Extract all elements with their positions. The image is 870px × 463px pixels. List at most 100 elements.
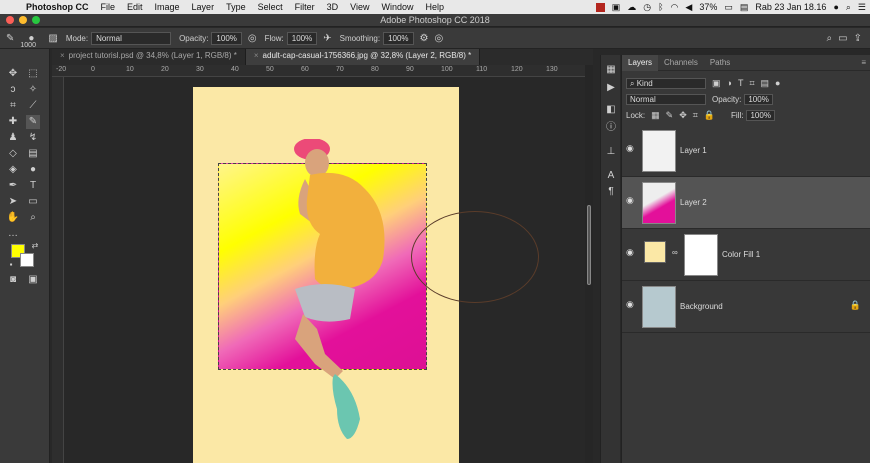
opacity-field[interactable]: 100% — [211, 31, 242, 45]
menu-help[interactable]: Help — [419, 2, 450, 12]
bluetooth-icon[interactable]: ᛒ — [658, 2, 663, 12]
type-tool-icon[interactable]: T — [26, 179, 40, 193]
menu-image[interactable]: Image — [149, 2, 186, 12]
hand-tool-icon[interactable]: ✋ — [6, 211, 20, 225]
panel-menu-icon[interactable]: ≡ — [861, 58, 866, 67]
notification-center-icon[interactable]: ☰ — [858, 2, 866, 13]
lock-all-icon[interactable]: 🔒 — [704, 110, 715, 121]
spotlight-icon[interactable]: ⌕ — [846, 2, 851, 13]
mode-select[interactable]: Normal — [91, 31, 172, 45]
canvas-vertical-scrollbar[interactable] — [585, 65, 593, 463]
paragraph-panel-icon[interactable]: ¶ — [604, 185, 618, 199]
link-chain-icon[interactable]: ∞ — [672, 248, 678, 257]
brush-tool-icon[interactable]: ✎ — [6, 33, 14, 44]
rectangle-tool-icon[interactable]: ▭ — [26, 195, 40, 209]
lock-artboard-icon[interactable]: ⌗ — [693, 110, 698, 121]
app-name[interactable]: Photoshop CC — [20, 2, 95, 12]
visibility-eye-icon[interactable]: ◉ — [626, 299, 634, 310]
zoom-tool-icon[interactable]: ⌕ — [26, 211, 40, 225]
history-panel-icon[interactable]: ▦ — [604, 63, 618, 77]
actions-panel-icon[interactable]: ▶ — [604, 81, 618, 95]
brush-tool-icon[interactable]: ✎ — [26, 115, 40, 129]
tab-channels[interactable]: Channels — [658, 55, 704, 71]
layer-row-layer-2[interactable]: ◉ Layer 2 — [622, 177, 870, 229]
gear-icon[interactable]: ⚙ — [420, 33, 429, 44]
layer-mask-thumbnail[interactable] — [684, 234, 718, 276]
menu-3d[interactable]: 3D — [321, 2, 345, 12]
flag-icon[interactable]: ▤ — [740, 2, 749, 13]
layer-name[interactable]: Background — [680, 302, 723, 311]
move-tool-icon[interactable]: ✥ — [6, 67, 20, 81]
fill-color-thumbnail[interactable] — [644, 241, 666, 263]
airbrush-icon[interactable]: ✈ — [323, 33, 331, 44]
path-select-tool-icon[interactable]: ➤ — [6, 195, 20, 209]
user-avatar-icon[interactable]: ● — [833, 2, 838, 12]
menu-type[interactable]: Type — [220, 2, 252, 12]
marquee-tool-icon[interactable]: ⬚ — [26, 67, 40, 81]
crop-tool-icon[interactable]: ⌗ — [6, 99, 20, 113]
smart-object-filter-icon[interactable]: ▤ — [761, 78, 770, 89]
visibility-eye-icon[interactable]: ◉ — [626, 247, 634, 258]
workspace-icon[interactable]: ▭ — [838, 33, 847, 44]
close-tab-icon[interactable]: × — [254, 51, 259, 60]
clone-source-panel-icon[interactable]: ⊥ — [604, 145, 618, 159]
blend-mode-select[interactable]: Normal — [626, 93, 706, 105]
filter-kind-select[interactable]: ⌕ Kind — [626, 77, 706, 89]
type-filter-icon[interactable]: T — [738, 78, 744, 88]
default-colors-icon[interactable]: ▪ — [4, 258, 18, 272]
dodge-tool-icon[interactable]: ● — [26, 163, 40, 177]
menu-select[interactable]: Select — [252, 2, 289, 12]
volume-icon[interactable]: ◀ — [685, 2, 692, 13]
pen-tool-icon[interactable]: ✒ — [6, 179, 20, 193]
battery-icon[interactable]: ▭ — [724, 2, 733, 13]
menu-window[interactable]: Window — [375, 2, 419, 12]
menu-filter[interactable]: Filter — [289, 2, 321, 12]
lock-position-icon[interactable]: ✥ — [679, 110, 687, 121]
layer-row-color-fill-1[interactable]: ◉ ∞ Color Fill 1 — [622, 229, 870, 281]
screen-mode-icon[interactable]: ▣ — [26, 273, 40, 287]
cloud-icon[interactable]: ☁ — [627, 2, 636, 13]
scrollbar-thumb[interactable] — [587, 205, 591, 285]
tab-layers[interactable]: Layers — [622, 54, 659, 71]
layer-name[interactable]: Color Fill 1 — [722, 250, 760, 259]
menu-file[interactable]: File — [95, 2, 122, 12]
layer-name[interactable]: Layer 1 — [680, 146, 707, 155]
history-brush-tool-icon[interactable]: ↯ — [26, 131, 40, 145]
brush-preset-picker[interactable]: ● 1000 — [20, 33, 42, 49]
adjustments-panel-icon[interactable]: ◧ — [604, 103, 618, 117]
layer-name[interactable]: Layer 2 — [680, 198, 707, 207]
layer-opacity-field[interactable]: 100% — [744, 93, 773, 105]
filter-toggle-icon[interactable]: ● — [775, 78, 780, 88]
smoothing-field[interactable]: 100% — [383, 31, 414, 45]
character-panel-icon[interactable]: A — [604, 169, 618, 183]
pixel-filter-icon[interactable]: ▣ — [712, 78, 721, 89]
canvas-area[interactable] — [64, 77, 593, 463]
menu-layer[interactable]: Layer — [186, 2, 221, 12]
pressure-opacity-icon[interactable]: ◎ — [248, 33, 257, 44]
background-color-swatch[interactable] — [20, 253, 34, 267]
wifi-icon[interactable]: ◠ — [671, 2, 679, 13]
visibility-eye-icon[interactable]: ◉ — [626, 195, 634, 206]
lock-transparency-icon[interactable]: ▦ — [651, 110, 660, 121]
tab-adult-cap-casual[interactable]: × adult-cap-casual-1756366.jpg @ 32,8% (L… — [245, 49, 481, 65]
brush-settings-icon[interactable]: ▨ — [48, 33, 57, 44]
lock-pixels-icon[interactable]: ✎ — [666, 110, 674, 121]
menu-view[interactable]: View — [344, 2, 375, 12]
eraser-tool-icon[interactable]: ◇ — [6, 147, 20, 161]
layer-row-background[interactable]: ◉ Background 🔒 — [622, 281, 870, 333]
quick-select-tool-icon[interactable]: ✧ — [26, 83, 40, 97]
more-tools-icon[interactable]: … — [6, 227, 20, 241]
lasso-tool-icon[interactable]: ↄ — [6, 83, 20, 97]
pressure-size-icon[interactable]: ◎ — [435, 33, 444, 44]
eyedropper-tool-icon[interactable]: ⟋ — [26, 99, 40, 113]
shape-filter-icon[interactable]: ⌗ — [749, 78, 754, 89]
tab-paths[interactable]: Paths — [704, 55, 736, 71]
search-icon[interactable]: ⌕ — [827, 33, 833, 44]
adjustment-filter-icon[interactable]: ◑ — [727, 78, 732, 88]
screen-icon[interactable]: ▣ — [612, 2, 621, 13]
layer-row-layer-1[interactable]: ◉ Layer 1 — [622, 125, 870, 177]
tab-project-tutorial[interactable]: × project tutorisl.psd @ 34,8% (Layer 1, … — [52, 49, 246, 65]
healing-brush-tool-icon[interactable]: ✚ — [6, 115, 20, 129]
swap-colors-icon[interactable]: ⇄ — [28, 239, 42, 253]
menu-edit[interactable]: Edit — [121, 2, 149, 12]
